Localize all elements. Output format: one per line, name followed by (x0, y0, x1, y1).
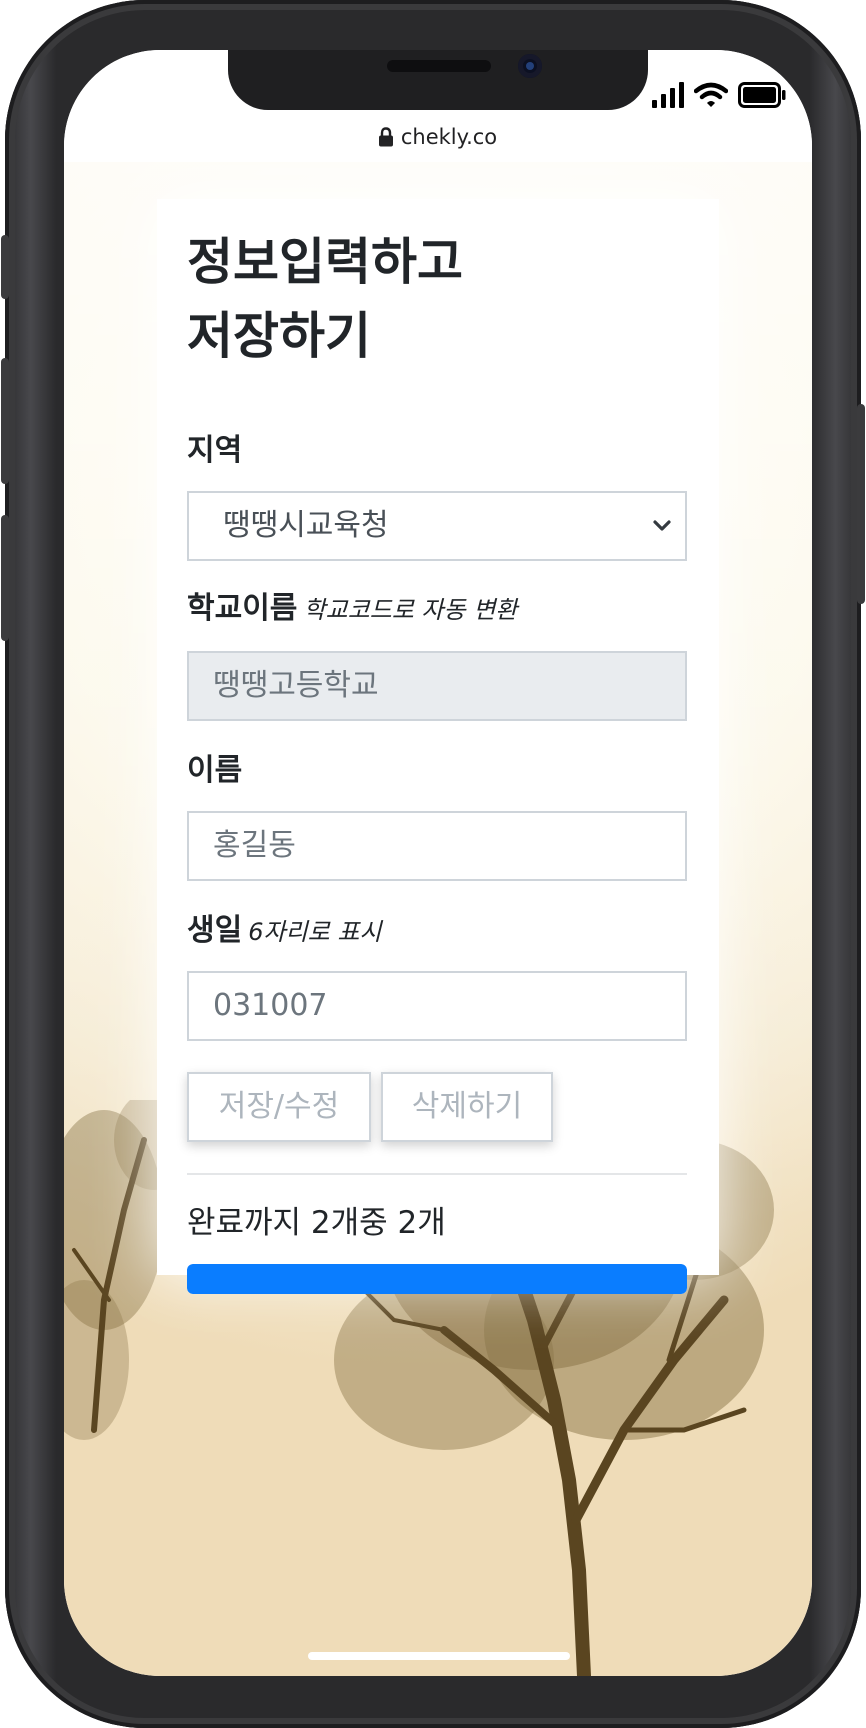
notch (228, 50, 648, 110)
divider (187, 1173, 687, 1175)
power-button (857, 404, 865, 604)
chevron-down-icon (653, 520, 671, 531)
speaker (387, 60, 491, 72)
birthday-hint: 6자리로 표시 (248, 918, 382, 946)
phone-frame: chekly.co 정보입력하고 저장하기 지역 땡땡시교육청 학교이름 학교코드… (1, 0, 865, 1728)
status-bar: chekly.co (64, 50, 812, 162)
phone-screen: chekly.co 정보입력하고 저장하기 지역 땡땡시교육청 학교이름 학교코드… (64, 50, 812, 1676)
name-input[interactable]: 홍길동 (187, 811, 687, 881)
form-card: 정보입력하고 저장하기 지역 땡땡시교육청 학교이름 학교코드로 자동 변환 땡땡… (157, 199, 719, 1294)
school-name-field: 땡땡고등학교 (187, 651, 687, 721)
progress-bar (187, 1264, 687, 1294)
birthday-input[interactable]: 031007 (187, 971, 687, 1041)
mute-switch (1, 235, 9, 299)
front-camera (518, 54, 542, 78)
battery-icon (738, 82, 786, 108)
school-label: 학교이름 (187, 591, 298, 626)
home-indicator (308, 1652, 570, 1660)
page-title: 정보입력하고 저장하기 (187, 225, 687, 373)
school-hint: 학교코드로 자동 변환 (303, 596, 518, 624)
name-label: 이름 (187, 753, 243, 788)
volume-down-button (1, 515, 9, 641)
address-bar[interactable]: chekly.co (64, 122, 812, 151)
url-text: chekly.co (400, 125, 498, 149)
school-label-row: 학교이름 학교코드로 자동 변환 (187, 589, 517, 630)
title-line-1: 정보입력하고 (187, 233, 463, 291)
wifi-icon (694, 82, 728, 107)
title-line-2: 저장하기 (187, 307, 371, 365)
volume-up-button (1, 358, 9, 484)
delete-button[interactable]: 삭제하기 (381, 1072, 553, 1142)
birthday-label: 생일 (187, 913, 243, 948)
progress-text: 완료까지 2개중 2개 (187, 1205, 446, 1241)
region-selected-value: 땡땡시교육청 (223, 508, 389, 543)
progress-fill (187, 1264, 687, 1294)
lock-icon (378, 127, 393, 147)
region-select[interactable]: 땡땡시교육청 (187, 491, 687, 561)
region-label: 지역 (187, 433, 243, 468)
cellular-signal-icon (652, 82, 684, 108)
birthday-label-row: 생일 6자리로 표시 (187, 911, 382, 952)
save-button[interactable]: 저장/수정 (187, 1072, 371, 1142)
